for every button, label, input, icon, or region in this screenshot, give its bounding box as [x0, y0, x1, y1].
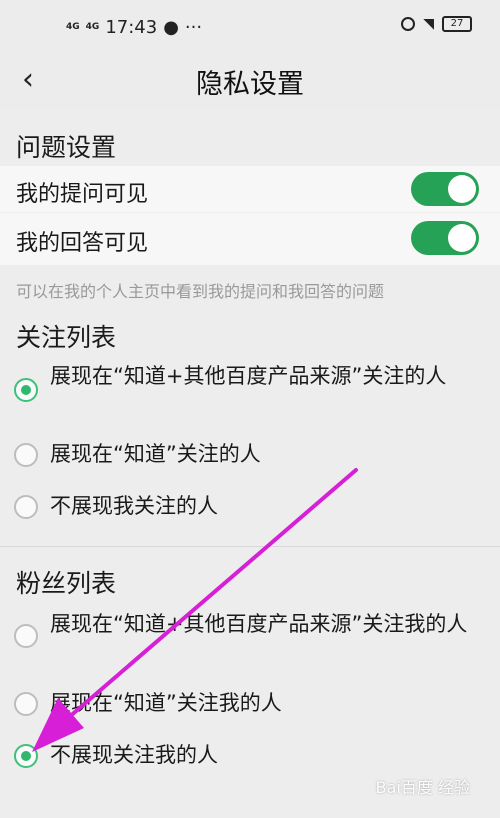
divider	[0, 546, 500, 547]
page-title: 隐私设置	[196, 69, 304, 100]
option-label: 展现在“知道”关注的人	[50, 442, 261, 466]
radio-unselected[interactable]	[14, 624, 38, 648]
my-questions-toggle[interactable]	[411, 172, 479, 206]
setting-label: 我的回答可见	[16, 231, 149, 256]
alarm-icon	[401, 17, 416, 31]
signal-icon: 4G	[66, 22, 80, 32]
option-label: 不展现我关注的人	[50, 494, 218, 518]
fans-option-hide[interactable]: 不展现关注我的人	[0, 740, 500, 776]
message-icon: ●	[163, 17, 179, 38]
option-label: 展现在“知道+其他百度产品来源”关注我的人	[50, 612, 468, 636]
toggle-knob	[448, 175, 476, 203]
section-header-fans-list: 粉丝列表	[16, 569, 117, 598]
fans-option-all-sources[interactable]: 展现在“知道+其他百度产品来源”关注我的人	[0, 610, 500, 670]
follow-option-all-sources[interactable]: 展现在“知道+其他百度产品来源”关注的人	[0, 360, 500, 420]
radio-unselected[interactable]	[14, 692, 38, 716]
radio-unselected[interactable]	[14, 443, 38, 467]
section-header-question-settings: 问题设置	[16, 133, 117, 162]
toggle-knob	[448, 224, 476, 252]
option-label: 展现在“知道+其他百度产品来源”关注的人	[50, 364, 447, 388]
status-bar: 4G 4G 17:43 ● ··· ◥ 27	[0, 0, 500, 52]
section-header-follow-list: 关注列表	[16, 323, 117, 352]
watermark-logo: Bai百度 经验	[375, 778, 470, 797]
status-time: 17:43	[105, 17, 158, 38]
follow-option-hide[interactable]: 不展现我关注的人	[0, 490, 500, 526]
fans-option-zhidao[interactable]: 展现在“知道”关注我的人	[0, 688, 500, 724]
radio-unselected[interactable]	[14, 495, 38, 519]
nav-bar: ‹ 隐私设置	[0, 52, 500, 110]
my-answers-toggle[interactable]	[411, 221, 479, 255]
more-icon: ···	[184, 17, 203, 38]
setting-label: 我的提问可见	[16, 182, 149, 207]
setting-row-my-questions: 我的提问可见	[0, 166, 500, 212]
follow-option-zhidao[interactable]: 展现在“知道”关注的人	[0, 438, 500, 474]
radio-selected[interactable]	[14, 744, 38, 768]
option-label: 展现在“知道”关注我的人	[50, 691, 282, 715]
option-label: 不展现关注我的人	[50, 743, 218, 767]
battery-icon: 27	[442, 16, 472, 32]
visibility-hint: 可以在我的个人主页中看到我的提问和我回答的问题	[16, 282, 385, 301]
setting-row-my-answers: 我的回答可见	[0, 213, 500, 265]
wifi-icon: ◥	[423, 16, 434, 32]
signal-icon: 4G	[85, 22, 100, 32]
radio-selected[interactable]	[14, 378, 38, 402]
